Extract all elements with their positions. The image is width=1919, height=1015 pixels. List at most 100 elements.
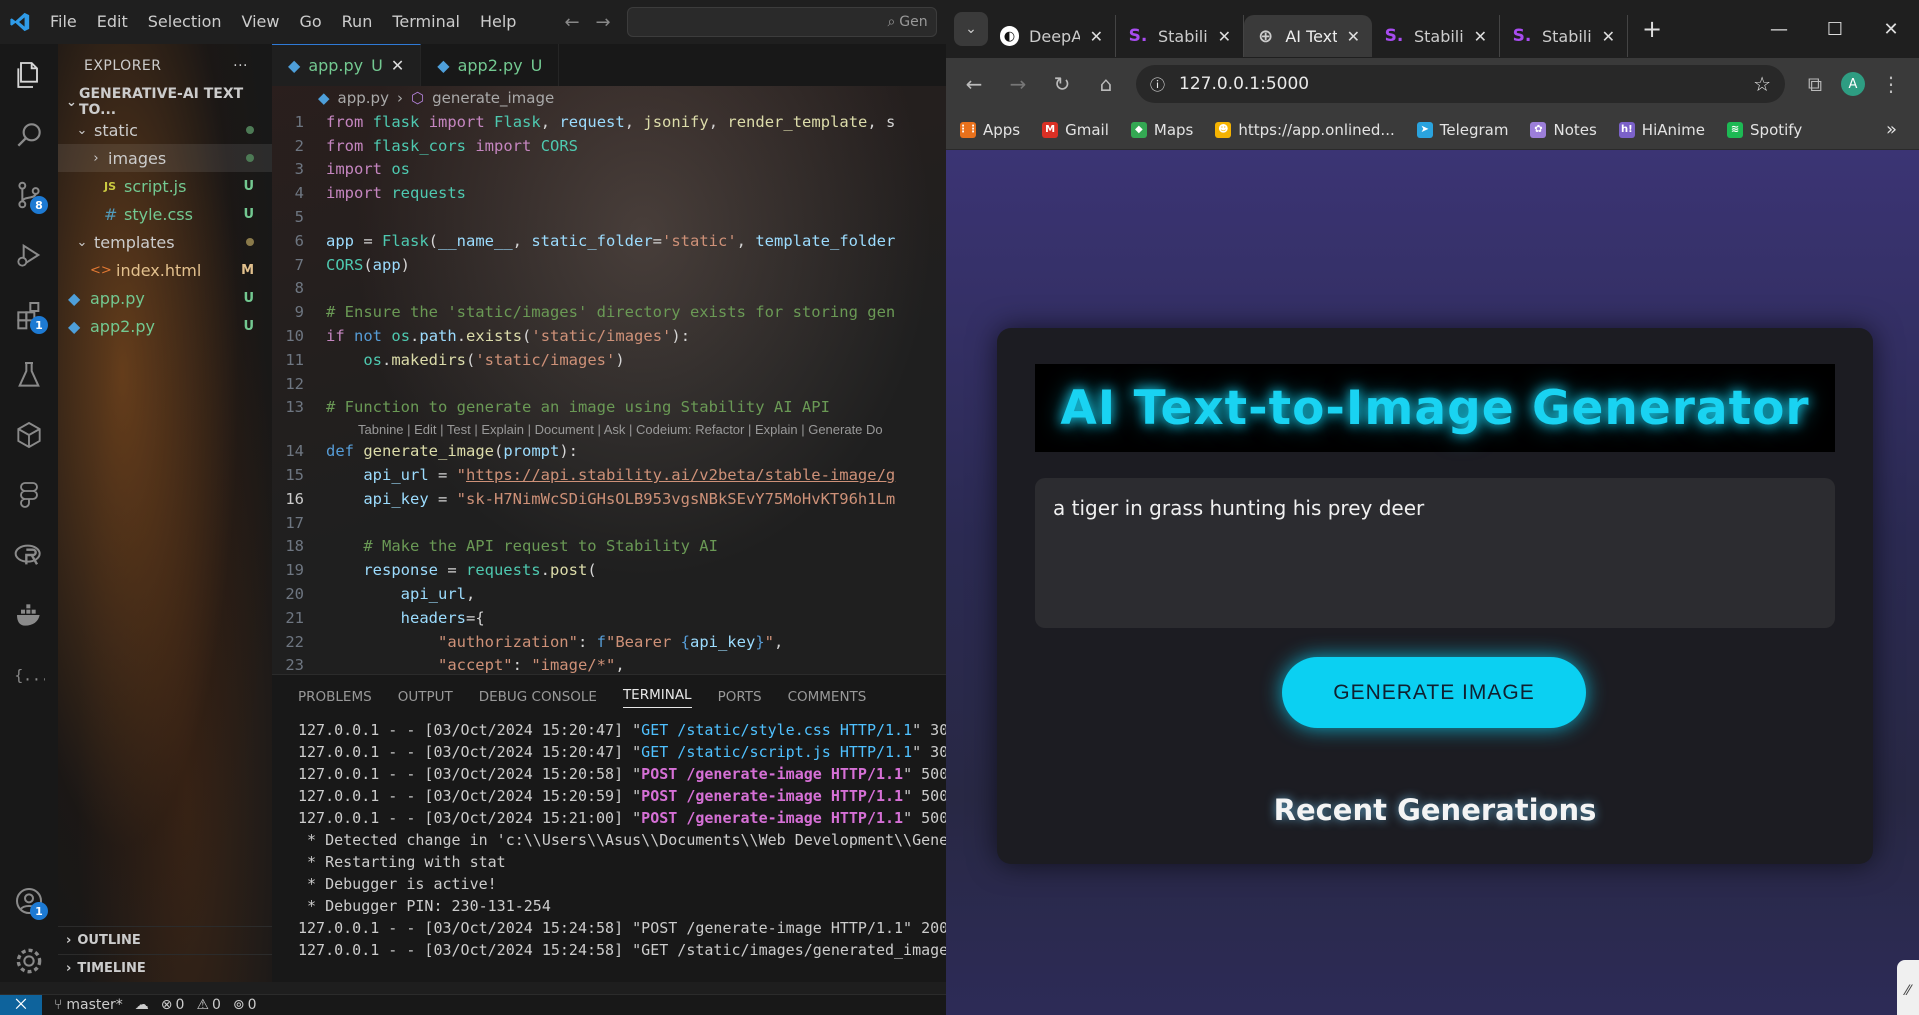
panel-tab[interactable]: TERMINAL — [622, 687, 692, 708]
bookmark-item[interactable]: ➤ Telegram — [1416, 121, 1508, 139]
bookmark-star-icon[interactable]: ☆ — [1753, 72, 1771, 96]
remote-explorer-icon[interactable] — [0, 406, 58, 464]
close-icon[interactable]: ✕ — [1090, 27, 1103, 46]
outline-section[interactable]: › OUTLINE — [58, 926, 272, 954]
browser-tab[interactable]: S. Stabili ✕ — [1500, 15, 1628, 57]
json-braces-icon[interactable]: {...} — [0, 646, 58, 704]
bookmark-item[interactable]: M Gmail — [1042, 121, 1109, 139]
minimize-icon[interactable]: — — [1751, 0, 1807, 58]
sync-cloud-icon[interactable]: ☁ — [135, 997, 149, 1013]
explorer-icon[interactable] — [0, 46, 58, 104]
reload-icon[interactable]: ↻ — [1044, 66, 1080, 102]
extensions-puzzle-icon[interactable]: ⧉ — [1797, 66, 1833, 102]
tab-search-dropdown-icon[interactable]: ⌄ — [954, 12, 988, 46]
remote-indicator-icon[interactable]: ⨉ — [0, 994, 42, 1015]
browser-tab[interactable]: ◐ DeepA ✕ — [988, 15, 1116, 57]
browser-tab[interactable]: S. Stabili ✕ — [1372, 15, 1500, 57]
close-icon[interactable]: ✕ — [1602, 27, 1615, 46]
extensions-icon[interactable]: 1 — [0, 286, 58, 344]
line-text: import os — [326, 160, 411, 179]
warning-count[interactable]: 0 — [212, 997, 221, 1013]
panel-tab[interactable]: OUTPUT — [398, 689, 453, 705]
browser-tab[interactable]: S. Stabili ✕ — [1116, 15, 1244, 57]
close-icon[interactable]: ✕ — [1474, 27, 1487, 46]
timeline-section[interactable]: › TIMELINE — [58, 954, 272, 982]
profile-avatar[interactable]: A — [1841, 72, 1865, 96]
tree-item-templates[interactable]: ⌄ templates — [58, 228, 272, 256]
git-branch[interactable]: master* — [66, 997, 122, 1013]
tree-item-index-html[interactable]: <> index.html M — [58, 256, 272, 284]
editor-tabs: ◆ app.py U ✕ ◆ app2.py U — [272, 44, 946, 86]
menu-item[interactable]: View — [232, 0, 290, 44]
more-bookmarks-chevron-icon[interactable]: » — [1886, 119, 1897, 140]
line-text: import requests — [326, 184, 466, 203]
command-search-input[interactable]: ⌕ Gen — [626, 7, 937, 37]
tab-app-py[interactable]: ◆ app.py U ✕ — [272, 44, 422, 86]
workspace-root[interactable]: ⌄ GENERATIVE-AI TEXT TO... — [58, 86, 272, 118]
settings-gear-icon[interactable] — [0, 932, 58, 990]
accounts-icon[interactable]: 1 — [0, 872, 58, 930]
forward-arrow-icon[interactable]: → — [1000, 66, 1036, 102]
git-status: M — [241, 262, 254, 278]
new-tab-plus-icon[interactable]: + — [1642, 15, 1662, 43]
menu-item[interactable]: Selection — [138, 0, 232, 44]
menu-item[interactable]: Terminal — [382, 0, 470, 44]
figma-icon[interactable] — [0, 466, 58, 524]
breadcrumb-symbol[interactable]: generate_image — [432, 89, 554, 107]
maximize-icon[interactable]: ☐ — [1807, 0, 1863, 58]
bookmark-item[interactable]: ≋ Spotify — [1727, 121, 1802, 139]
tree-item-app-py[interactable]: ◆ app.py U — [58, 284, 272, 312]
back-arrow-icon[interactable]: ← — [564, 12, 579, 33]
tree-item-static[interactable]: ⌄ static — [58, 116, 272, 144]
menu-item[interactable]: File — [40, 0, 87, 44]
docker-icon[interactable] — [0, 586, 58, 644]
home-icon[interactable]: ⌂ — [1088, 66, 1124, 102]
terminal-output[interactable]: 127.0.0.1 - - [03/Oct/2024 15:20:47] " GE… — [272, 719, 946, 961]
bookmark-item[interactable]: ◆ Maps — [1130, 121, 1193, 139]
menu-item[interactable]: Run — [332, 0, 383, 44]
tree-item-style-css[interactable]: # style.css U — [58, 200, 272, 228]
panel-tab[interactable]: COMMENTS — [788, 689, 867, 705]
bookmark-item[interactable]: h! HiAnime — [1618, 121, 1705, 139]
close-icon[interactable]: ✕ — [391, 56, 404, 75]
forward-arrow-icon[interactable]: → — [596, 12, 611, 33]
search-icon[interactable] — [0, 106, 58, 164]
stability-icon: S. — [1128, 26, 1148, 46]
r-language-icon[interactable] — [0, 526, 58, 584]
close-icon[interactable]: ✕ — [1347, 27, 1360, 46]
close-icon[interactable]: ✕ — [1218, 27, 1231, 46]
codelens-actions[interactable]: Tabnine | Edit | Test | Explain | Docume… — [272, 419, 946, 439]
breadcrumb-file[interactable]: app.py — [338, 89, 389, 107]
menu-item[interactable]: Go — [289, 0, 331, 44]
code-lines[interactable]: 1 from flask import Flask, request, jsoni… — [272, 110, 946, 674]
tree-item-images[interactable]: › images — [58, 144, 272, 172]
back-arrow-icon[interactable]: ← — [956, 66, 992, 102]
close-window-icon[interactable]: ✕ — [1863, 0, 1919, 58]
tree-item-app2-py[interactable]: ◆ app2.py U — [58, 312, 272, 340]
bookmark-item[interactable]: ⋮⋮ Apps — [958, 121, 1020, 139]
more-actions-icon[interactable]: ··· — [233, 58, 248, 74]
testing-flask-icon[interactable] — [0, 346, 58, 404]
panel-tab[interactable]: PROBLEMS — [298, 689, 372, 705]
source-control-icon[interactable]: 8 — [0, 166, 58, 224]
bookmark-item[interactable]: ☻ https://app.onlined... — [1215, 121, 1395, 139]
run-debug-icon[interactable] — [0, 226, 58, 284]
line-number: 12 — [285, 374, 304, 393]
ports-count[interactable]: 0 — [248, 997, 257, 1013]
nav-arrows: ← → — [564, 12, 610, 33]
prompt-textarea[interactable]: a tiger in grass hunting his prey deer — [1035, 478, 1835, 628]
tab-app2-py[interactable]: ◆ app2.py U — [421, 44, 560, 86]
side-panel-handle-icon[interactable]: ⁄⁄ — [1897, 960, 1919, 1015]
more-menu-icon[interactable]: ⋮ — [1873, 66, 1909, 102]
address-bar[interactable]: ⓘ 127.0.0.1:5000 ☆ — [1136, 65, 1785, 103]
site-info-icon[interactable]: ⓘ — [1150, 74, 1165, 95]
menu-item[interactable]: Help — [470, 0, 526, 44]
generate-image-button[interactable]: GENERATE IMAGE — [1282, 657, 1586, 728]
panel-tab[interactable]: DEBUG CONSOLE — [479, 689, 597, 705]
menu-item[interactable]: Edit — [87, 0, 138, 44]
panel-tab[interactable]: PORTS — [718, 689, 762, 705]
error-count[interactable]: 0 — [176, 997, 185, 1013]
tree-item-script-js[interactable]: JS script.js U — [58, 172, 272, 200]
bookmark-item[interactable]: ✿ Notes — [1530, 121, 1597, 139]
browser-tab[interactable]: ⊕ AI Text ✕ — [1244, 15, 1372, 57]
